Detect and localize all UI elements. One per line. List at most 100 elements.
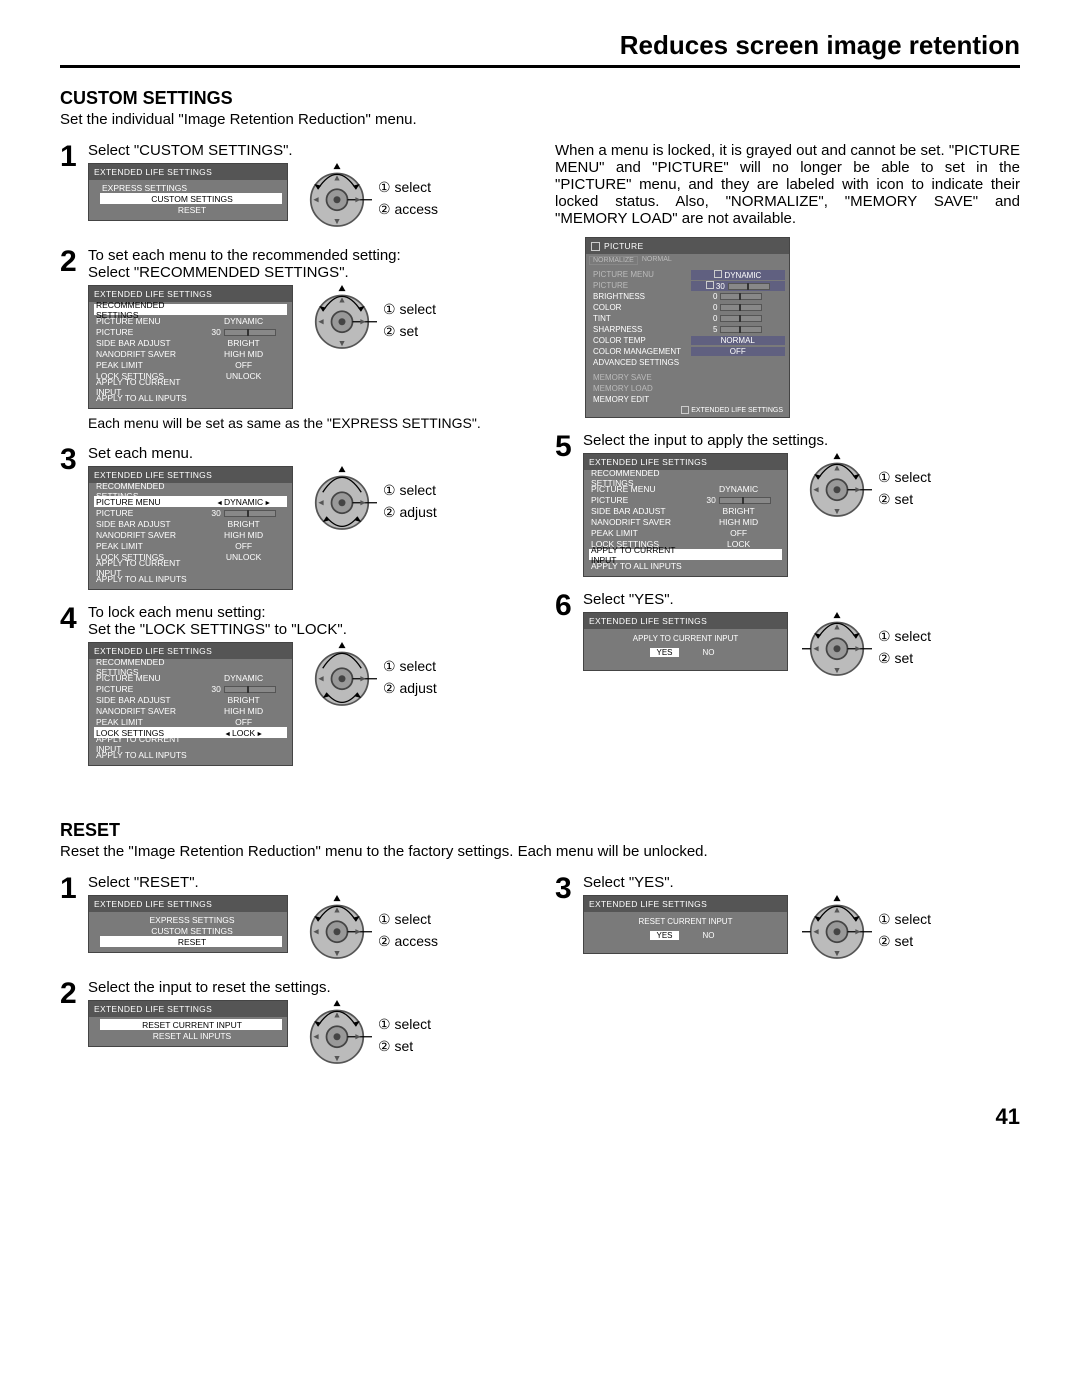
slider-icon — [224, 686, 276, 693]
step-5: 5 Select the input to apply the settings… — [555, 432, 1020, 577]
slider-icon — [720, 315, 762, 322]
osd-item-value: OFF — [200, 541, 287, 551]
step-2: 2 To set each menu to the recommended se… — [60, 247, 525, 431]
slider-icon — [720, 326, 762, 333]
osd-item-value: DYNAMIC — [200, 673, 287, 683]
osd-label: TINT — [590, 314, 691, 323]
osd-value: 0 — [691, 303, 786, 312]
dial-label: ① select — [383, 298, 436, 320]
dial-icon — [802, 895, 872, 965]
dial-label: ① select — [383, 655, 437, 677]
osd-item-selected: CUSTOM SETTINGS — [100, 194, 282, 204]
osd-item-label: PICTURE MENU — [94, 316, 200, 326]
osd-item-label: SIDE BAR ADJUST — [589, 506, 695, 516]
osd-item-label: SIDE BAR ADJUST — [94, 519, 200, 529]
osd-value: 5 — [691, 325, 786, 334]
dial-icon — [802, 612, 872, 682]
dial-label: ① select — [378, 1013, 431, 1035]
step-text: Select "RESET". — [88, 874, 525, 891]
step-text: Select "CUSTOM SETTINGS". — [88, 142, 525, 159]
osd-label: BRIGHTNESS — [590, 292, 691, 301]
osd-item-value: 30 — [695, 495, 782, 505]
osd-item-value: 30 — [200, 508, 287, 518]
osd-item-value: BRIGHT — [200, 695, 287, 705]
osd-item-value: ◄LOCK► — [200, 728, 287, 738]
osd-menu-custom: EXTENDED LIFE SETTINGS RECOMMENDED SETTI… — [583, 453, 788, 577]
osd-item-value: BRIGHT — [200, 338, 287, 348]
osd-item-label: APPLY TO ALL INPUTS — [589, 561, 695, 571]
slider-icon — [720, 304, 762, 311]
osd-item-value: HIGH MID — [695, 517, 782, 527]
page-title: Reduces screen image retention — [60, 30, 1020, 68]
osd-item-label: PICTURE — [589, 495, 695, 505]
osd-item: CUSTOM SETTINGS — [100, 926, 282, 936]
osd-item-value: HIGH MID — [200, 706, 287, 716]
osd-item-label: NANODRIFT SAVER — [94, 706, 200, 716]
osd-item-value: HIGH MID — [200, 530, 287, 540]
osd-item-label: PICTURE — [94, 508, 200, 518]
no-button: NO — [697, 931, 721, 940]
dial-label: ② set — [878, 647, 931, 669]
dial-label: ② set — [383, 320, 436, 342]
slider-icon — [720, 293, 762, 300]
osd-menu-reset: EXTENDED LIFE SETTINGS RESET CURRENT INP… — [88, 1000, 288, 1047]
osd-item-label: PEAK LIMIT — [589, 528, 695, 538]
osd-value: 30 — [691, 281, 786, 291]
osd-menu-confirm: EXTENDED LIFE SETTINGS RESET CURRENT INP… — [583, 895, 788, 954]
step-text: Select the input to reset the settings. — [88, 979, 525, 996]
step-text: Select the input to apply the settings. — [583, 432, 1020, 449]
osd-value: NORMAL — [691, 336, 786, 345]
osd-item-label: PICTURE MENU — [94, 673, 200, 683]
lock-icon — [681, 406, 689, 414]
osd-item-label: APPLY TO ALL INPUTS — [94, 750, 200, 760]
dial-label: ① select — [878, 625, 931, 647]
osd-item-selected: RESET CURRENT INPUT — [100, 1020, 282, 1030]
step-number: 3 — [555, 874, 581, 965]
osd-label: SHARPNESS — [590, 325, 691, 334]
osd-item-value: DYNAMIC — [695, 484, 782, 494]
lock-icon — [706, 281, 714, 289]
reset-heading: RESET — [60, 820, 1020, 841]
step-number: 5 — [555, 432, 581, 577]
step-4: 4 To lock each menu setting: Set the "LO… — [60, 604, 525, 766]
osd-item: EXPRESS SETTINGS — [100, 183, 200, 193]
osd-item-value: 30 — [200, 684, 287, 694]
osd-picture-menu: PICTURE NORMALIZENORMAL PICTURE MENU DYN… — [585, 237, 790, 418]
step-number: 3 — [60, 445, 86, 590]
dial-label: ② adjust — [383, 501, 437, 523]
osd-item-value: OFF — [200, 717, 287, 727]
normalize-label: NORMALIZE — [589, 256, 638, 265]
step-number: 1 — [60, 142, 86, 233]
yes-button: YES — [650, 931, 678, 940]
osd-item-label: SIDE BAR ADJUST — [94, 338, 200, 348]
osd-item-label: PICTURE MENU — [589, 484, 695, 494]
osd-value: 0 — [691, 314, 786, 323]
osd-subtitle: APPLY TO CURRENT INPUT — [589, 631, 782, 646]
dial-label: ① select — [878, 908, 931, 930]
osd-item-value: BRIGHT — [200, 519, 287, 529]
step-1: 1 Select "CUSTOM SETTINGS". EXTENDED LIF… — [60, 142, 525, 233]
dial-icon — [302, 163, 372, 233]
step-6: 6 Select "YES". EXTENDED LIFE SETTINGS A… — [555, 591, 1020, 682]
dial-icon — [307, 642, 377, 712]
osd-label: COLOR TEMP — [590, 336, 691, 345]
step-number: 2 — [60, 247, 86, 431]
dial-label: ① select — [378, 908, 438, 930]
step-3: 3 Set each menu. EXTENDED LIFE SETTINGS … — [60, 445, 525, 590]
step-note: Each menu will be set as same as the "EX… — [88, 415, 525, 431]
reset-step-2: 2 Select the input to reset the settings… — [60, 979, 525, 1070]
osd-item-label: PEAK LIMIT — [94, 541, 200, 551]
osd-menu-custom: EXTENDED LIFE SETTINGS RECOMMENDED SETTI… — [88, 642, 293, 766]
osd-item-selected: RESET — [100, 937, 282, 947]
osd-title: EXTENDED LIFE SETTINGS — [89, 1001, 287, 1017]
step-text: Select "YES". — [583, 874, 1020, 891]
osd-menu-confirm: EXTENDED LIFE SETTINGS APPLY TO CURRENT … — [583, 612, 788, 671]
custom-settings-intro: Set the individual "Image Retention Redu… — [60, 111, 1020, 128]
page-number: 41 — [60, 1104, 1020, 1130]
osd-label: MEMORY SAVE — [590, 373, 691, 382]
no-button: NO — [697, 648, 721, 657]
reset-step-1: 1 Select "RESET". EXTENDED LIFE SETTINGS… — [60, 874, 525, 965]
dial-label: ② set — [878, 488, 931, 510]
step-text: Select "RECOMMENDED SETTINGS". — [88, 264, 525, 281]
osd-item-label: PEAK LIMIT — [94, 717, 200, 727]
